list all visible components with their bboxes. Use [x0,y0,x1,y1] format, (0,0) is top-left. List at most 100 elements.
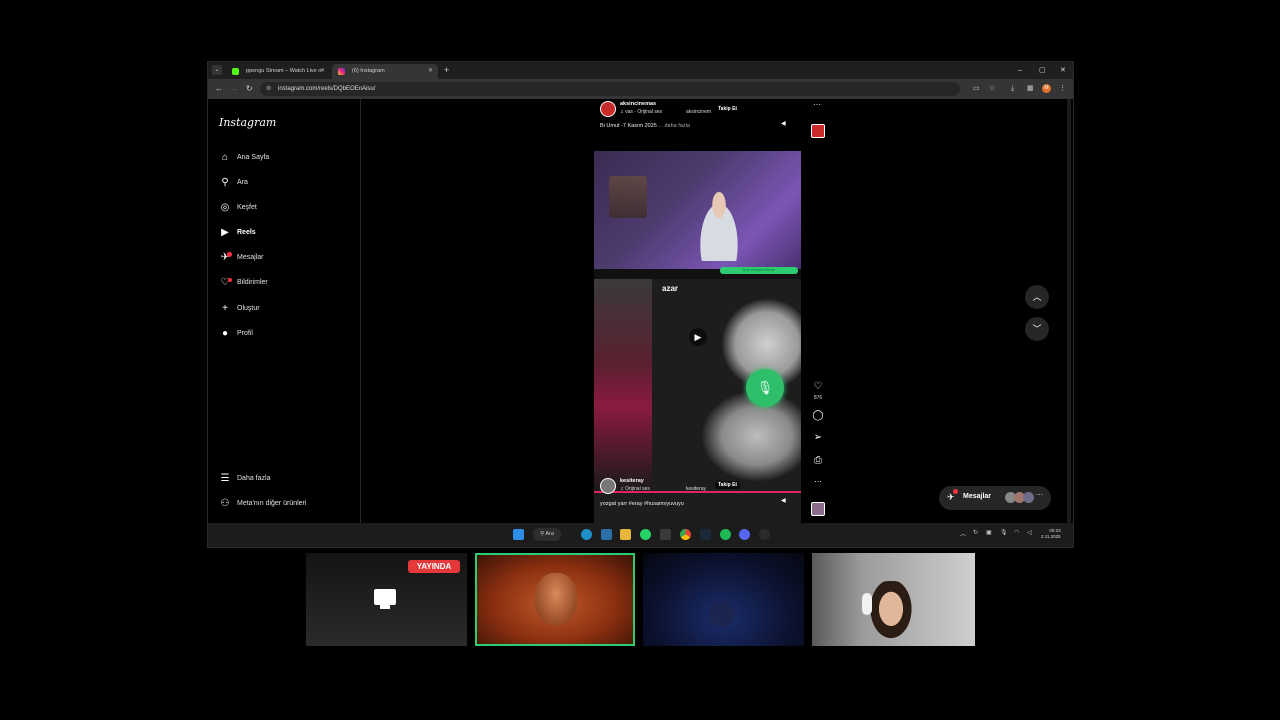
sidebar-item-create[interactable]: + Oluştur [219,301,349,317]
sidebar-item-meta-products[interactable]: ⚇ Meta'nın diğer ürünleri [219,496,359,512]
store-icon[interactable] [601,529,612,540]
tab-instagram[interactable]: (6) Instagram ✕ [332,64,438,79]
browser-menu-icon[interactable]: ⋮ [1059,84,1066,94]
author-avatar[interactable] [600,101,616,117]
tab-strip: ⌄ ppengu Stream – Watch Live o ✕ (6) Ins… [208,62,1073,79]
taskbar-search[interactable]: ⚲ Ara [533,528,561,541]
sidebar-item-search[interactable]: ⚲ Ara [219,175,349,191]
close-icon[interactable]: ✕ [428,64,433,79]
share-icon[interactable]: ➢ [810,432,826,443]
collab-author[interactable]: kesiteray [686,486,706,492]
audio-thumbnail[interactable] [811,124,825,138]
download-icon[interactable]: ⤓ [1011,84,1014,94]
camera-feed [594,279,652,491]
sidebar: Instagram ⌂ Ana Sayfa ⚲ Ara ◎ Keşfet ▶ R… [208,99,361,523]
wifi-icon[interactable]: ◠ [1014,529,1019,536]
sidebar-item-explore[interactable]: ◎ Keşfet [219,200,349,216]
tab-kick-stream[interactable]: ppengu Stream – Watch Live o ✕ [226,64,330,79]
live-badge: YAYINDA [408,560,460,573]
sidebar-item-reels[interactable]: ▶ Reels [219,225,349,241]
site-info-icon[interactable]: ⚙ [266,82,271,96]
audio-label: vas · Orijinal ses [625,109,663,115]
meta-icon: ⚇ [220,498,230,509]
tray-chevron-icon[interactable]: ︿ [960,529,966,538]
sidebar-item-messages[interactable]: ✈ Mesajlar [219,250,349,266]
reel-author[interactable]: kesiteray [620,478,644,484]
bookmark-star-icon[interactable]: ☆ [989,84,995,94]
tray-app-icon[interactable]: ↻ [973,529,978,536]
menu-icon: ☰ [220,473,230,484]
windows-start-icon[interactable] [513,529,524,540]
notification-dot [228,278,232,282]
mute-icon[interactable]: ◀ [781,120,786,127]
save-icon[interactable]: ⎙ [810,455,826,466]
whatsapp-icon[interactable] [640,529,651,540]
microphone-icon: 🎙 [746,369,784,407]
more-link[interactable]: ... daha fazla [658,123,690,129]
play-icon[interactable]: ▶ [689,328,707,346]
scrollbar[interactable] [1067,99,1071,523]
back-icon[interactable]: ← [215,83,223,95]
mute-icon[interactable]: ◀ [781,497,786,504]
tray-app-icon[interactable]: ▣ [986,529,992,536]
profile-icon: ● [221,328,229,339]
screen-share-icon [374,589,396,605]
profile-avatar[interactable]: M [1042,84,1051,93]
folder-icon[interactable] [620,529,631,540]
reload-icon[interactable]: ↻ [246,83,253,95]
sidebar-item-label: Ara [237,179,248,186]
microphone-tray-icon[interactable]: 🎙 [1000,529,1008,536]
sidebar-item-home[interactable]: ⌂ Ana Sayfa [219,150,349,166]
instagram-logo[interactable]: Instagram [219,116,276,129]
app-icon[interactable] [759,529,770,540]
steam-icon[interactable] [700,529,711,540]
chrome-icon[interactable] [680,529,691,540]
author-avatar[interactable] [600,478,616,494]
follow-button[interactable]: Takip Et [715,481,741,489]
follow-button[interactable]: Takip Et [715,105,741,113]
audio-thumbnail[interactable] [811,502,825,516]
sidebar-item-label: Profil [237,330,253,337]
taskbar-search-label: Ara [545,531,554,537]
previous-reel-button[interactable]: ︿ [1025,285,1049,309]
cast-icon[interactable]: ▭ [973,84,980,94]
close-icon[interactable]: ✕ [320,64,325,79]
clock[interactable]: 00:23 2.11.2025 [1041,528,1061,540]
azar-logo: azar [662,284,679,293]
webcam-tile [643,553,804,646]
extensions-icon[interactable]: ▦ [1027,84,1034,94]
spotify-icon[interactable] [720,529,731,540]
minimize-button[interactable]: – [1018,64,1022,77]
messages-pill[interactable]: ✈ Mesajlar ⋯ [939,486,1051,510]
reel-audio[interactable]: ♫ vas · Orijinal ses [620,109,662,115]
tab-search-button[interactable]: ⌄ [212,65,222,75]
webcam-tile-active [475,553,635,646]
caption-text: Bi Umut -7 Kasım 2025 [600,123,657,129]
headphones [862,593,872,615]
next-reel-button[interactable]: ﹀ [1025,317,1049,341]
window-close-button[interactable]: ✕ [1060,64,1066,77]
address-bar[interactable]: ⚙ instagram.com/reels/DQbEOEnAisu/ [260,82,960,96]
discord-icon[interactable] [739,529,750,540]
like-icon[interactable]: ♡ [810,381,826,392]
like-count: 876 [813,395,823,401]
collab-author[interactable]: aksincinem [686,109,711,115]
sidebar-item-more[interactable]: ☰ Daha fazla [219,471,349,487]
maximize-button[interactable]: ▢ [1039,64,1046,77]
more-options-icon[interactable]: ⋯ [813,100,821,109]
new-tab-button[interactable]: + [444,64,449,77]
sidebar-item-notifications[interactable]: ♡ Bildirimler [219,275,349,291]
forward-icon[interactable]: → [230,83,238,95]
edge-icon[interactable] [581,529,592,540]
reel-audio[interactable]: ♫ Orijinal ses [620,486,650,492]
sidebar-item-profile[interactable]: ● Profil [219,326,349,342]
taskview-icon[interactable] [660,529,671,540]
more-options-icon[interactable]: ⋯ [810,477,826,486]
reel-author[interactable]: aksincinemas [620,101,656,107]
webcam-tile [812,553,975,646]
volume-icon[interactable]: ◁ [1027,529,1032,536]
reel-caption: yozgat yarr #eray #husamvyuvuyu [600,501,684,507]
messages-label: Mesajlar [963,493,992,500]
comment-icon[interactable]: ◯ [810,410,826,421]
reel-video[interactable]: Azar Eşleşme Ekranı azar ▶ 🎙 kesiteray ♫… [594,151,801,526]
